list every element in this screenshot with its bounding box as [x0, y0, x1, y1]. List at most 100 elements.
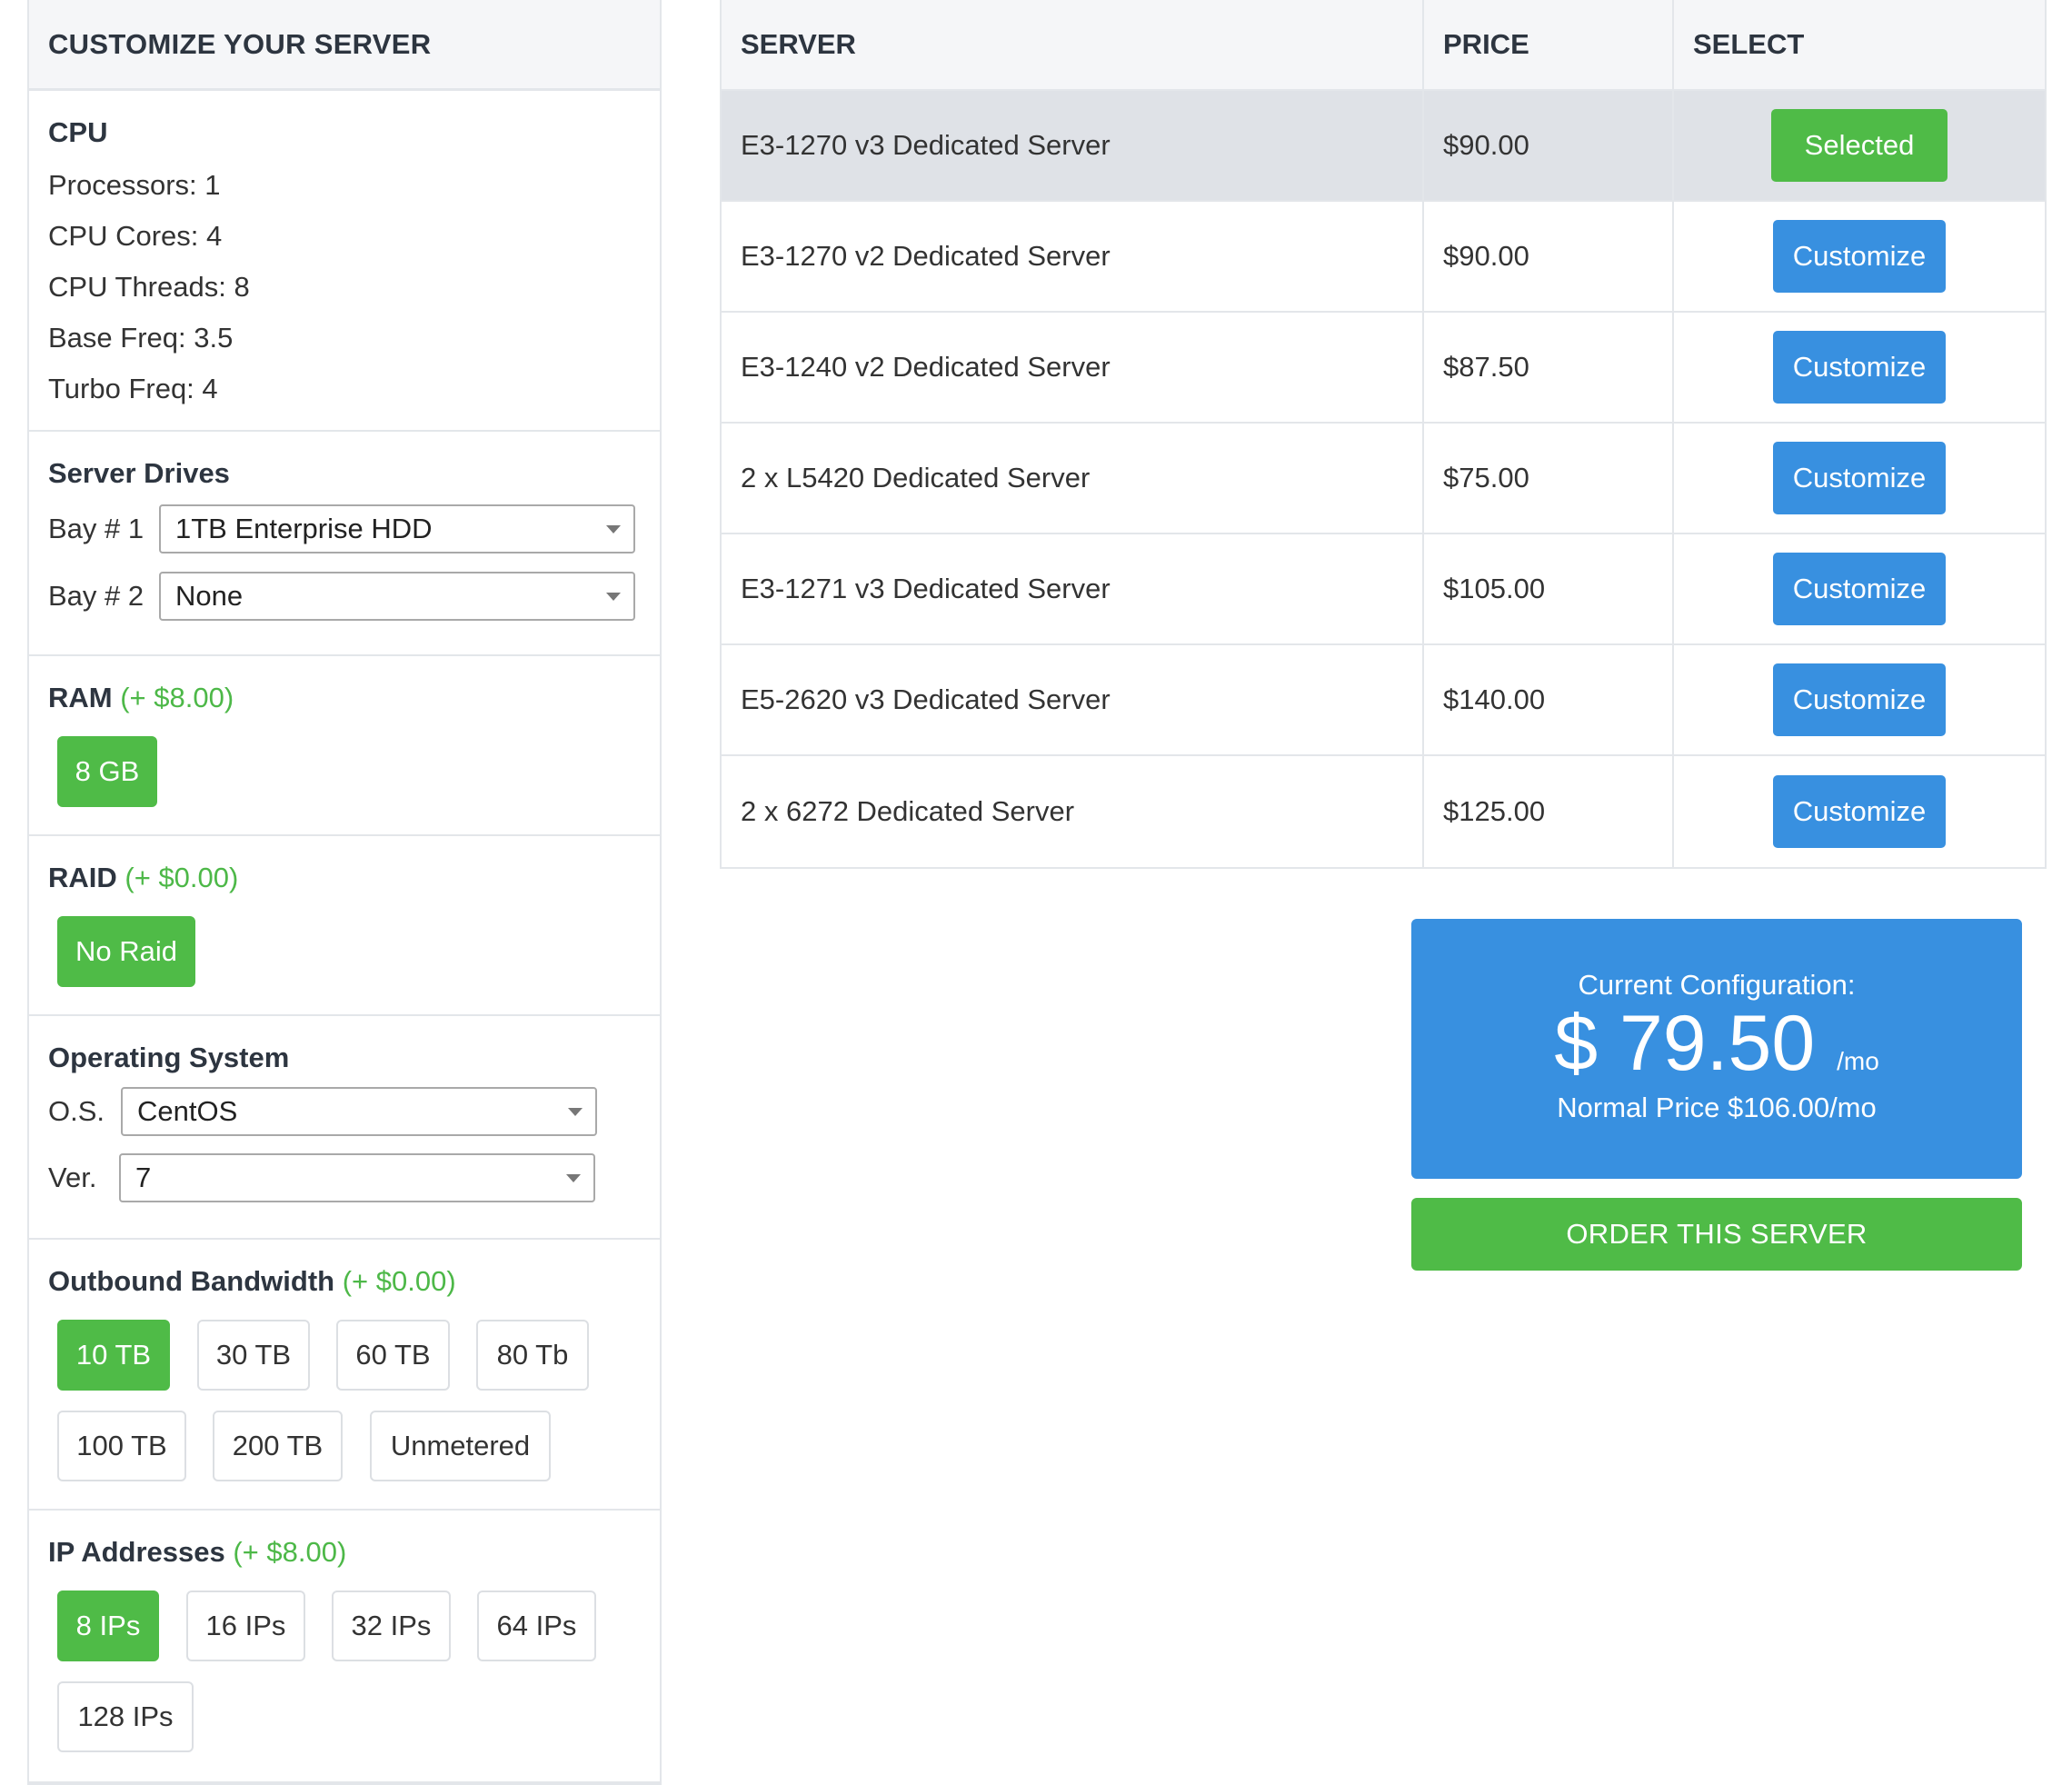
raid-option-no-raid[interactable]: No Raid: [57, 916, 195, 987]
ver-label: Ver.: [48, 1162, 97, 1193]
customize-panel: CUSTOMIZE YOUR SERVER CPU Processors: 1 …: [27, 0, 662, 1785]
selected-button[interactable]: Selected: [1771, 109, 1947, 182]
server-price: $75.00: [1424, 424, 1674, 533]
select-cell: Customize: [1674, 645, 2045, 754]
config-amount: 79.50: [1619, 1000, 1816, 1087]
server-name: 2 x 6272 Dedicated Server: [722, 756, 1424, 867]
server-table: SERVER PRICE SELECT E3-1270 v3 Dedicated…: [720, 0, 2047, 869]
ips-title: IP Addresses (+ $8.00): [48, 1536, 346, 1569]
ips-title-text: IP Addresses: [48, 1536, 225, 1568]
bay-2-value: None: [175, 580, 244, 612]
ips-option-32[interactable]: 32 IPs: [332, 1591, 451, 1661]
cpu-base-freq: Base Freq: 3.5: [48, 322, 234, 354]
ram-title: RAM (+ $8.00): [48, 682, 234, 714]
ips-option-128[interactable]: 128 IPs: [57, 1681, 194, 1752]
ram-section: RAM (+ $8.00) 8 GB: [29, 656, 660, 836]
config-per-month: /mo: [1837, 1047, 1879, 1075]
bandwidth-option-unmetered[interactable]: Unmetered: [370, 1411, 551, 1481]
os-value: CentOS: [137, 1095, 238, 1127]
config-currency: $: [1554, 1000, 1599, 1087]
ver-row: Ver. 7: [48, 1153, 595, 1202]
drives-section: Server Drives Bay # 1 1TB Enterprise HDD…: [29, 432, 660, 656]
server-price: $90.00: [1424, 202, 1674, 311]
os-select[interactable]: CentOS: [121, 1087, 597, 1136]
config-label: Current Configuration:: [1578, 969, 1856, 1001]
server-name: E3-1270 v3 Dedicated Server: [722, 91, 1424, 200]
os-label: O.S.: [48, 1095, 105, 1127]
bandwidth-option-60tb[interactable]: 60 TB: [336, 1320, 450, 1391]
server-name: E5-2620 v3 Dedicated Server: [722, 645, 1424, 754]
bay-1-row: Bay # 1 1TB Enterprise HDD: [48, 504, 635, 553]
bandwidth-addon-price: (+ $0.00): [342, 1265, 456, 1297]
cpu-turbo-freq: Turbo Freq: 4: [48, 373, 218, 404]
select-cell: Customize: [1674, 756, 2045, 867]
bay-1-select[interactable]: 1TB Enterprise HDD: [159, 504, 635, 553]
bandwidth-option-10tb[interactable]: 10 TB: [57, 1320, 170, 1391]
cpu-processors: Processors: 1: [48, 169, 221, 201]
customize-button[interactable]: Customize: [1773, 663, 1946, 736]
bandwidth-option-100tb[interactable]: 100 TB: [57, 1411, 186, 1481]
customize-title: CUSTOMIZE YOUR SERVER: [29, 0, 660, 91]
select-cell: Customize: [1674, 313, 2045, 422]
customize-button[interactable]: Customize: [1773, 331, 1946, 404]
select-cell: Customize: [1674, 202, 2045, 311]
chevron-down-icon: [606, 525, 621, 534]
ver-select[interactable]: 7: [119, 1153, 595, 1202]
ips-option-16[interactable]: 16 IPs: [186, 1591, 305, 1661]
table-row: E3-1240 v2 Dedicated Server $87.50 Custo…: [722, 313, 2045, 424]
server-price: $105.00: [1424, 534, 1674, 643]
server-price: $140.00: [1424, 645, 1674, 754]
select-cell: Customize: [1674, 534, 2045, 643]
ips-option-64[interactable]: 64 IPs: [477, 1591, 596, 1661]
bay-2-label: Bay # 2: [48, 580, 144, 612]
select-cell: Customize: [1674, 424, 2045, 533]
bandwidth-section: Outbound Bandwidth (+ $0.00) 10 TB 30 TB…: [29, 1240, 660, 1511]
raid-title-text: RAID: [48, 862, 117, 893]
customize-button[interactable]: Customize: [1773, 442, 1946, 514]
bay-1-label: Bay # 1: [48, 513, 144, 544]
table-header: SERVER PRICE SELECT: [722, 0, 2045, 91]
os-row: O.S. CentOS: [48, 1087, 597, 1136]
ips-section: IP Addresses (+ $8.00) 8 IPs 16 IPs 32 I…: [29, 1511, 660, 1783]
header-price: PRICE: [1424, 0, 1674, 89]
server-name: E3-1240 v2 Dedicated Server: [722, 313, 1424, 422]
bandwidth-option-200tb[interactable]: 200 TB: [213, 1411, 343, 1481]
header-select: SELECT: [1693, 28, 1805, 60]
bandwidth-title-text: Outbound Bandwidth: [48, 1265, 335, 1297]
bandwidth-option-80tb[interactable]: 80 Tb: [476, 1320, 589, 1391]
bay-2-row: Bay # 2 None: [48, 572, 635, 621]
ram-addon-price: (+ $8.00): [120, 682, 234, 713]
os-section: Operating System O.S. CentOS Ver. 7: [29, 1016, 660, 1240]
bay-2-select[interactable]: None: [159, 572, 635, 621]
cpu-section: CPU Processors: 1 CPU Cores: 4 CPU Threa…: [29, 91, 660, 432]
table-row: E3-1270 v3 Dedicated Server $90.00 Selec…: [722, 91, 2045, 202]
customize-button[interactable]: Customize: [1773, 553, 1946, 625]
cpu-title: CPU: [48, 116, 108, 148]
order-server-button[interactable]: ORDER THIS SERVER: [1411, 1198, 2022, 1271]
bandwidth-title: Outbound Bandwidth (+ $0.00): [48, 1265, 456, 1298]
raid-addon-price: (+ $0.00): [125, 862, 239, 893]
config-price: $ 79.50 /mo: [1411, 1002, 2022, 1102]
chevron-down-icon: [606, 593, 621, 601]
select-cell: Selected: [1674, 91, 2045, 200]
ram-option-8gb[interactable]: 8 GB: [57, 736, 157, 807]
table-row: E3-1271 v3 Dedicated Server $105.00 Cust…: [722, 534, 2045, 645]
customize-button[interactable]: Customize: [1773, 220, 1946, 293]
chevron-down-icon: [568, 1108, 583, 1116]
table-row: 2 x 6272 Dedicated Server $125.00 Custom…: [722, 756, 2045, 867]
server-price: $87.50: [1424, 313, 1674, 422]
ips-option-8[interactable]: 8 IPs: [57, 1591, 159, 1661]
current-configuration-box: Current Configuration: $ 79.50 /mo Norma…: [1411, 919, 2022, 1179]
server-name: E3-1270 v2 Dedicated Server: [722, 202, 1424, 311]
server-price: $125.00: [1424, 756, 1674, 867]
page: CUSTOMIZE YOUR SERVER CPU Processors: 1 …: [0, 0, 2072, 1785]
server-price: $90.00: [1424, 91, 1674, 200]
chevron-down-icon: [566, 1174, 581, 1182]
normal-price: Normal Price $106.00/mo: [1557, 1092, 1877, 1123]
header-server: SERVER: [722, 0, 1424, 89]
customize-button[interactable]: Customize: [1773, 775, 1946, 848]
bandwidth-option-30tb[interactable]: 30 TB: [197, 1320, 310, 1391]
cpu-threads: CPU Threads: 8: [48, 271, 250, 303]
cpu-cores: CPU Cores: 4: [48, 220, 223, 252]
table-row: E5-2620 v3 Dedicated Server $140.00 Cust…: [722, 645, 2045, 756]
